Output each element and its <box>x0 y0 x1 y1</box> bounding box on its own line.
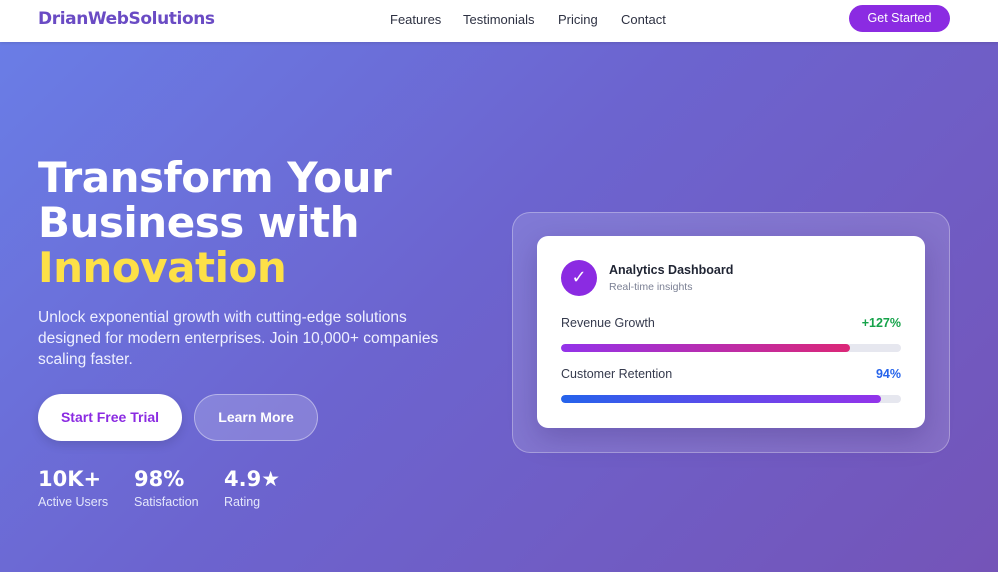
get-started-button[interactable]: Get Started <box>849 5 950 32</box>
metric-label-retention: Customer Retention <box>561 367 673 381</box>
retention-progress-bar <box>561 395 901 403</box>
start-free-trial-button[interactable]: Start Free Trial <box>38 394 182 441</box>
hero-section: Transform Your Business with Innovation … <box>0 42 998 572</box>
metric-label-revenue: Revenue Growth <box>561 316 655 330</box>
headline-line-1: Transform Your <box>38 153 392 202</box>
stat-value: 10K+ <box>38 467 102 491</box>
revenue-progress-bar <box>561 344 901 352</box>
metric-value-retention: 94% <box>875 367 901 381</box>
nav-link-contact[interactable]: Contact <box>621 12 666 27</box>
brand-logo[interactable]: DrianWebSolutions <box>38 9 215 29</box>
stat-active-users: 10K+ Active Users <box>38 466 108 509</box>
nav-link-features[interactable]: Features <box>390 12 441 27</box>
metric-value-revenue: +127% <box>861 316 901 330</box>
analytics-dashboard-card: ✓ Analytics Dashboard Real-time insights… <box>537 236 925 428</box>
learn-more-button[interactable]: Learn More <box>194 394 318 441</box>
stat-label: Satisfaction <box>134 495 199 509</box>
revenue-progress-fill <box>561 344 850 352</box>
dashboard-subtitle: Real-time insights <box>609 281 693 293</box>
checkmark-icon: ✓ <box>561 260 597 296</box>
hero-subtitle: Unlock exponential growth with cutting-e… <box>38 309 439 368</box>
retention-progress-fill <box>561 395 881 403</box>
stat-label: Active Users <box>38 495 109 509</box>
stat-satisfaction: 98% Satisfaction <box>134 466 199 509</box>
headline-accent: Innovation <box>38 243 287 292</box>
dashboard-title: Analytics Dashboard <box>609 263 734 277</box>
top-navbar: DrianWebSolutions Features Testimonials … <box>0 0 998 42</box>
hero-headline: Transform Your Business with Innovation <box>38 155 478 290</box>
stat-value: 4.9★ <box>224 467 281 491</box>
stat-label: Rating <box>224 495 261 509</box>
nav-link-testimonials[interactable]: Testimonials <box>463 12 535 27</box>
nav-link-pricing[interactable]: Pricing <box>558 12 598 27</box>
headline-line-2: Business with <box>38 198 360 247</box>
stat-value: 98% <box>134 467 185 491</box>
stat-rating: 4.9★ Rating <box>224 466 280 509</box>
